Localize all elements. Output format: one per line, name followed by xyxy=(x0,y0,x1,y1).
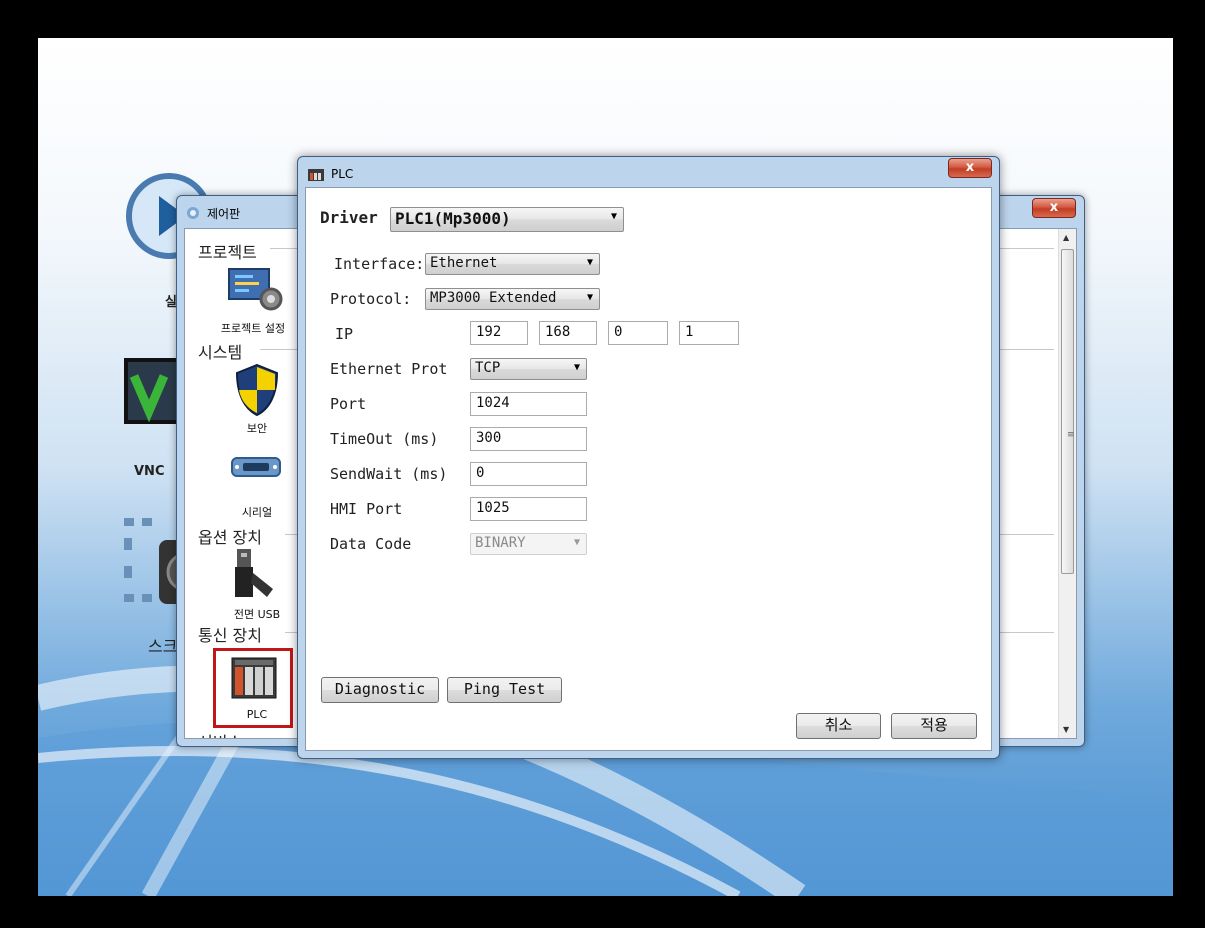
protocol-value: MP3000 Extended xyxy=(430,290,557,306)
chevron-down-icon: ▼ xyxy=(586,257,593,268)
scroll-grip-icon: ≡ xyxy=(1067,430,1075,440)
cancel-button[interactable]: 취소 xyxy=(796,713,881,739)
driver-value: PLC1(Mp3000) xyxy=(395,209,511,228)
group-label-project: 프로젝트 xyxy=(198,243,257,262)
ethernet-protocol-select[interactable]: TCP ▼ xyxy=(470,358,587,380)
security-label: 보안 xyxy=(246,422,268,435)
ethernet-protocol-label: Ethernet Prot xyxy=(330,360,448,378)
front-usb-label: 전면 USB xyxy=(233,608,281,621)
shield-icon[interactable] xyxy=(235,363,279,417)
ip-octet-3-input[interactable]: 0 xyxy=(608,321,668,345)
chevron-down-icon: ▼ xyxy=(573,362,580,373)
serial-label: 시리얼 xyxy=(241,506,273,519)
apply-button[interactable]: 적용 xyxy=(891,713,977,739)
interface-value: Ethernet xyxy=(430,255,498,271)
plc-dialog: PLC x Driver PLC1(Mp3000) ▼ Interface: E… xyxy=(297,156,1000,759)
ethernet-protocol-value: TCP xyxy=(475,360,501,376)
plc-dialog-titlebar[interactable]: PLC x xyxy=(298,157,999,187)
driver-select[interactable]: PLC1(Mp3000) ▼ xyxy=(390,207,624,232)
plc-title-icon xyxy=(308,169,324,181)
group-label-system: 시스템 xyxy=(198,343,243,362)
plc-dialog-content: Driver PLC1(Mp3000) ▼ Interface: Etherne… xyxy=(305,187,992,751)
diagnostic-button[interactable]: Diagnostic xyxy=(321,677,439,703)
group-label-option-devices: 옵션 장치 xyxy=(198,528,262,547)
timeout-input[interactable]: 300 xyxy=(470,427,587,451)
ping-test-button[interactable]: Ping Test xyxy=(447,677,562,703)
serial-port-icon[interactable] xyxy=(231,457,281,477)
group-label-service: 서비스 xyxy=(198,729,242,738)
group-label-comm-devices: 통신 장치 xyxy=(198,626,262,645)
plc-dialog-close-button[interactable]: x xyxy=(948,158,992,178)
desktop-label-vnc: VNC xyxy=(134,464,165,479)
plc-dialog-title: PLC xyxy=(331,167,354,181)
ip-octet-1-input[interactable]: 192 xyxy=(470,321,528,345)
chevron-down-icon: ▼ xyxy=(586,292,593,303)
hmi-port-label: HMI Port xyxy=(330,500,403,518)
scroll-up-icon[interactable]: ▲ xyxy=(1063,233,1069,242)
protocol-select[interactable]: MP3000 Extended ▼ xyxy=(425,288,600,310)
protocol-label: Protocol: xyxy=(330,290,412,308)
ip-octet-2-input[interactable]: 168 xyxy=(539,321,597,345)
usb-icon[interactable] xyxy=(233,547,279,599)
interface-select[interactable]: Ethernet ▼ xyxy=(425,253,600,275)
scroll-thumb[interactable]: ≡ xyxy=(1061,249,1075,574)
interface-label: Interface: xyxy=(334,255,425,273)
control-panel-icon xyxy=(187,207,199,219)
chevron-down-icon: ▼ xyxy=(573,537,580,548)
data-code-value: BINARY xyxy=(475,535,526,551)
driver-label: Driver xyxy=(320,208,378,227)
ip-label: IP xyxy=(335,325,354,343)
project-settings-icon[interactable] xyxy=(227,267,285,313)
desktop-label-screen: 스크 xyxy=(148,637,178,656)
sendwait-label: SendWait (ms) xyxy=(330,465,448,483)
scroll-down-icon[interactable]: ▼ xyxy=(1063,725,1069,734)
chevron-down-icon: ▼ xyxy=(610,211,617,222)
data-code-select: BINARY ▼ xyxy=(470,533,587,555)
port-label: Port xyxy=(330,395,367,413)
timeout-label: TimeOut (ms) xyxy=(330,430,439,448)
port-input[interactable]: 1024 xyxy=(470,392,587,416)
control-panel-scrollbar[interactable]: ▲ ≡ ▼ xyxy=(1058,229,1076,738)
data-code-label: Data Code xyxy=(330,535,412,553)
control-panel-close-button[interactable]: x xyxy=(1032,198,1076,218)
sendwait-input[interactable]: 0 xyxy=(470,462,587,486)
project-settings-label: 프로젝트 설정 xyxy=(220,322,286,335)
hmi-port-input[interactable]: 1025 xyxy=(470,497,587,521)
plc-selection-highlight xyxy=(213,648,293,728)
control-panel-title: 제어판 xyxy=(207,207,241,221)
ip-octet-4-input[interactable]: 1 xyxy=(679,321,739,345)
